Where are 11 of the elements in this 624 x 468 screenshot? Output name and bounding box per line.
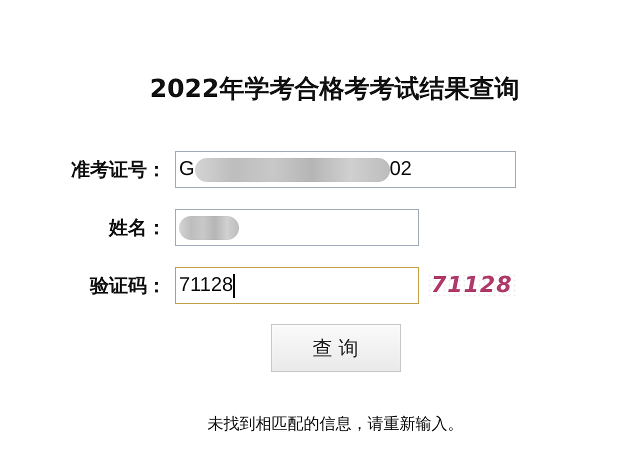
- input-field[interactable]: G 02: [175, 151, 516, 188]
- page-title: 2022年学考合格考考试结果查询: [148, 73, 520, 105]
- error-message: 未找到相匹配的信息，请重新输入。: [206, 414, 464, 435]
- query-button[interactable]: 查 询: [270, 324, 400, 372]
- field-label: 验证码：: [88, 274, 166, 298]
- captcha-image[interactable]: 71128: [427, 273, 517, 298]
- field-label: 姓名：: [108, 216, 166, 240]
- input-field[interactable]: 71128: [175, 267, 419, 304]
- input-field[interactable]: [175, 209, 419, 246]
- text-caret: [233, 274, 235, 298]
- field-label: 准考证号：: [70, 158, 166, 182]
